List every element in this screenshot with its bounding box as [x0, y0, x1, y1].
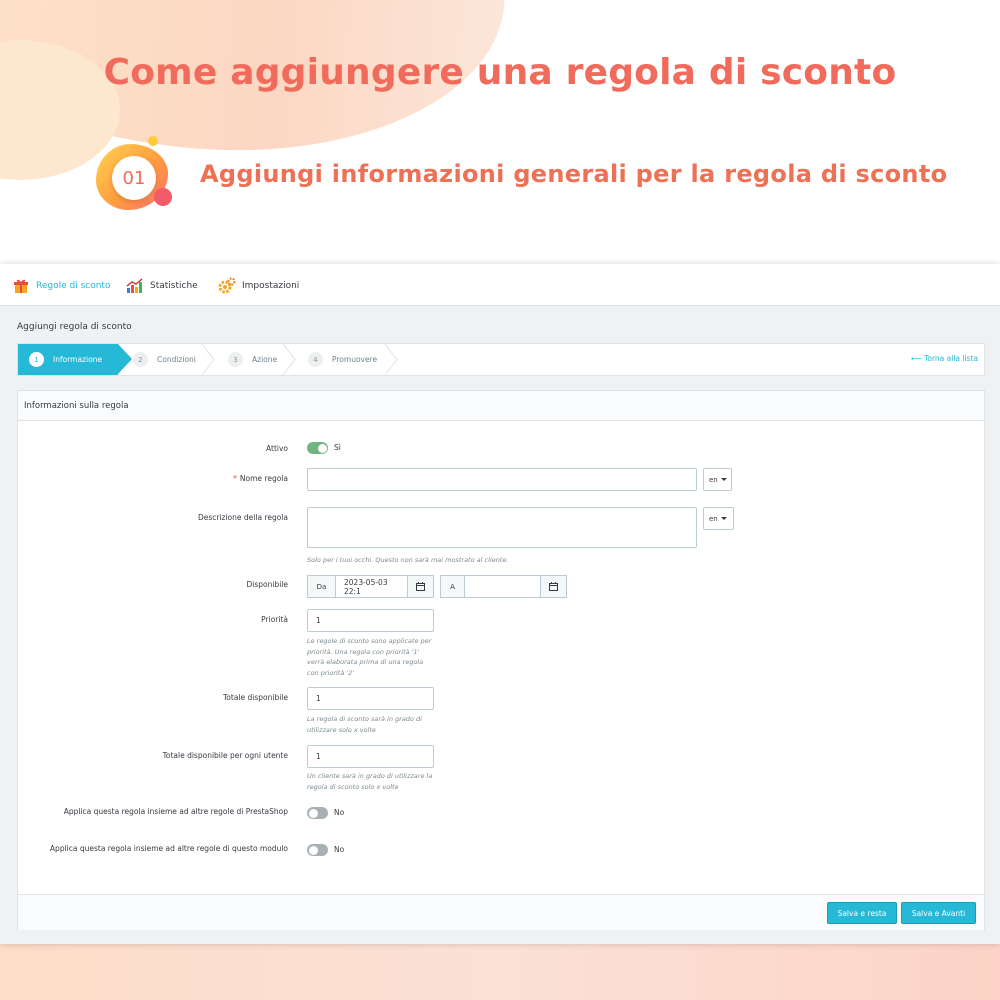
step-number: 01 — [112, 156, 156, 200]
rule-name-label: * Nome regola — [18, 473, 288, 484]
step-badge: 01 — [96, 136, 180, 220]
wizard-step-promote[interactable]: 4 Promuovere — [308, 344, 377, 375]
nav-label: Impostazioni — [242, 281, 300, 291]
badge-dot — [148, 136, 158, 146]
toggle-knob — [308, 808, 318, 818]
calendar-icon — [416, 582, 425, 591]
module-top-nav: Regole di sconto Statistiche Impostazion… — [0, 264, 1000, 306]
combine-prestashop-label: Applica questa regola insieme ad altre r… — [63, 807, 288, 816]
toggle-knob — [317, 443, 327, 453]
step-arrow — [118, 344, 132, 374]
gift-icon — [12, 277, 30, 295]
priority-label: Priorità — [261, 615, 288, 624]
step-number-badge: 3 — [228, 352, 243, 367]
gear-icon — [218, 277, 236, 295]
toggle-knob — [308, 845, 318, 855]
wizard-step-conditions[interactable]: 2 Condizioni — [133, 344, 196, 375]
page-title: Aggiungi regola di sconto — [17, 322, 132, 332]
step-label: Azione — [252, 355, 278, 364]
available-label: Disponibile — [246, 580, 289, 589]
wizard-steps: 1 Informazione 2 Condizioni 3 Azione 4 P… — [17, 343, 985, 376]
admin-panel: Regole di sconto Statistiche Impostazion… — [0, 264, 1000, 944]
card-title: Informazioni sulla regola — [18, 391, 984, 421]
nav-item-statistics[interactable]: Statistiche — [126, 276, 198, 296]
wizard-step-action[interactable]: 3 Azione — [228, 344, 277, 375]
save-and-stay-button[interactable]: Salva e resta — [827, 902, 897, 924]
caret-down-icon — [720, 517, 727, 520]
wizard-step-information[interactable]: 1 Informazione — [18, 344, 118, 375]
caret-down-icon — [720, 478, 727, 481]
step-number-badge: 4 — [308, 352, 323, 367]
combine-module-label: Applica questa regola insieme ad altre r… — [49, 844, 288, 853]
description-help: Solo per i tuoi occhi. Questo non sarà m… — [307, 556, 509, 564]
nav-item-settings[interactable]: Impostazioni — [218, 276, 299, 296]
step-separator — [282, 344, 296, 375]
active-value: Sì — [334, 443, 341, 452]
date-from-calendar-button[interactable] — [407, 575, 434, 598]
back-link-label: Torna alla lista — [924, 354, 978, 363]
arrow-left-icon: ⟵ — [910, 354, 922, 363]
language-code: en — [709, 475, 718, 484]
description-label: Descrizione della regola — [197, 513, 288, 522]
chart-icon — [126, 277, 144, 295]
date-to-input[interactable] — [464, 575, 541, 598]
total-per-user-label: Totale disponibile per ogni utente — [162, 751, 288, 760]
step-number-badge: 1 — [29, 352, 44, 367]
nav-label: Statistiche — [150, 281, 198, 291]
nav-item-discount-rules[interactable]: Regole di sconto — [12, 276, 110, 296]
step-label: Informazione — [53, 355, 103, 364]
combine-prestashop-value: No — [334, 808, 345, 817]
rule-name-language-select[interactable]: en — [703, 468, 732, 491]
banner-background — [0, 0, 1000, 270]
active-toggle[interactable] — [307, 442, 328, 454]
required-asterisk: * — [233, 474, 237, 483]
calendar-icon — [549, 582, 558, 591]
total-per-user-help: Un cliente sarà in grado di utilizzare l… — [307, 772, 433, 791]
step-number-badge: 2 — [133, 352, 148, 367]
description-language-select[interactable]: en — [703, 507, 734, 530]
date-from-prefix: Da — [307, 575, 336, 598]
date-to-prefix: A — [440, 575, 465, 598]
page-banner-title: Come aggiungere una regola di sconto — [103, 52, 897, 93]
priority-help: Le regole di sconto sono applicate per p… — [307, 637, 432, 677]
combine-module-value: No — [334, 845, 345, 854]
save-and-next-button[interactable]: Salva e Avanti — [901, 902, 976, 924]
nav-label: Regole di sconto — [36, 281, 111, 291]
date-from-input[interactable]: 2023-05-03 22:1 — [335, 575, 408, 598]
step-label: Condizioni — [157, 355, 196, 364]
total-per-user-input[interactable]: 1 — [307, 745, 434, 768]
description-textarea[interactable] — [307, 507, 697, 548]
bottom-decorative-band — [0, 944, 1000, 1000]
total-available-input[interactable]: 1 — [307, 687, 434, 710]
language-code: en — [709, 514, 718, 523]
total-available-label: Totale disponibile — [223, 693, 288, 702]
card-footer: Salva e resta Salva e Avanti — [18, 894, 984, 930]
step-separator — [384, 344, 398, 375]
total-available-help: La regola di sconto sarà in grado di uti… — [307, 715, 422, 734]
date-to-calendar-button[interactable] — [540, 575, 567, 598]
banner-subtitle: Aggiungi informazioni generali per la re… — [200, 160, 948, 188]
rule-name-label-text: Nome regola — [239, 474, 288, 483]
back-to-list-link[interactable]: ⟵ Torna alla lista — [911, 354, 978, 363]
rule-name-input[interactable] — [307, 468, 697, 491]
active-label: Attivo — [266, 444, 288, 453]
rule-info-card: Informazioni sulla regola Attivo Sì * Nom… — [17, 390, 985, 930]
combine-module-toggle[interactable] — [307, 844, 328, 856]
priority-input[interactable]: 1 — [307, 609, 434, 632]
combine-prestashop-toggle[interactable] — [307, 807, 328, 819]
step-label: Promuovere — [332, 355, 378, 364]
step-separator — [201, 344, 215, 375]
badge-dot — [154, 188, 172, 206]
